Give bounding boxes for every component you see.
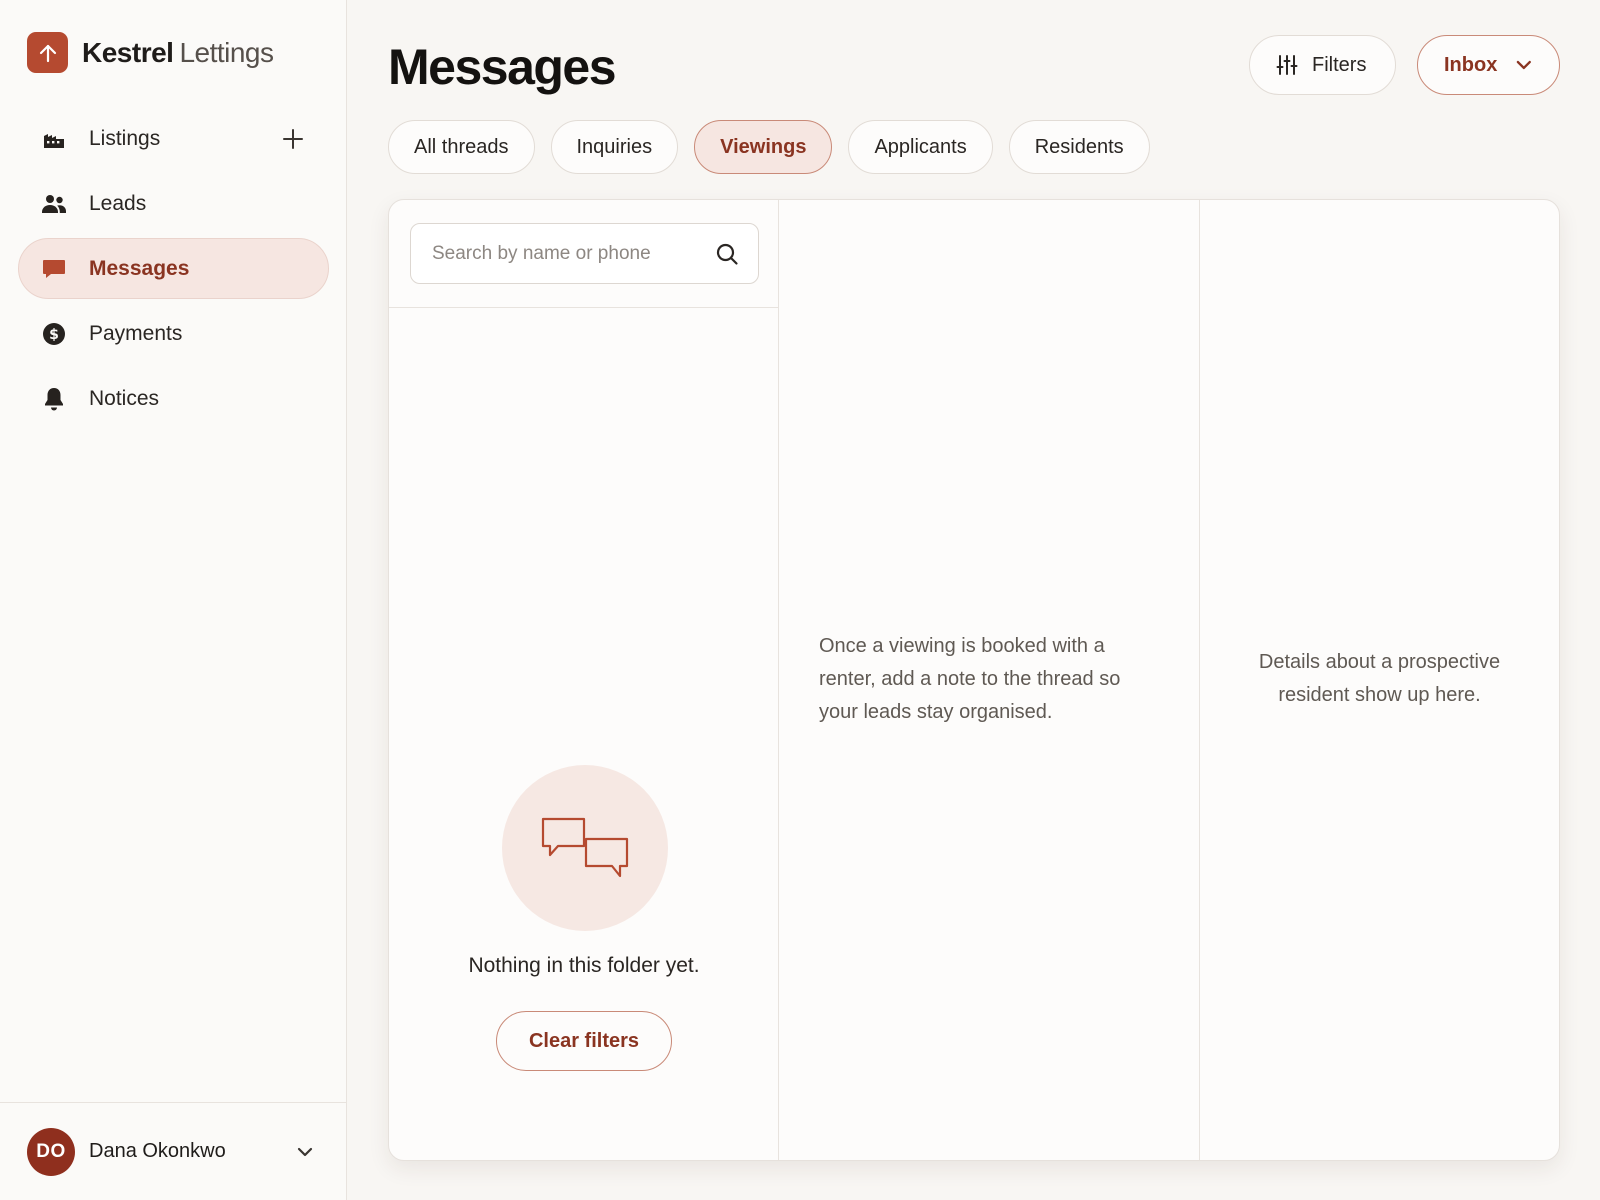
- brand-name-light: Lettings: [179, 36, 274, 68]
- empty-state: Nothing in this folder yet. Clear filter…: [389, 308, 779, 1160]
- clear-filters-button[interactable]: Clear filters: [496, 1011, 672, 1071]
- tab-viewings[interactable]: Viewings: [694, 120, 833, 174]
- user-name: Dana Okonkwo: [89, 1140, 226, 1162]
- sidebar-item-label: Leads: [89, 191, 147, 215]
- inbox-label: Inbox: [1444, 53, 1498, 76]
- bell-icon: [41, 386, 67, 412]
- arrow-up-icon: [27, 32, 68, 73]
- filters-button[interactable]: Filters: [1249, 35, 1396, 95]
- tab-applicants[interactable]: Applicants: [848, 120, 993, 174]
- search-box: [410, 223, 759, 284]
- chat-bubbles-icon: [541, 817, 629, 878]
- brand[interactable]: Kestrel Lettings: [27, 32, 274, 73]
- sidebar-item-leads[interactable]: Leads: [18, 173, 329, 234]
- chevron-down-icon: [297, 1147, 313, 1157]
- brand-name-bold: Kestrel: [82, 36, 174, 68]
- header-actions: Filters Inbox: [1249, 35, 1560, 95]
- people-icon: [41, 191, 67, 217]
- inbox-dropdown[interactable]: Inbox: [1417, 35, 1560, 95]
- sidebar-item-payments[interactable]: $ Payments: [18, 303, 329, 364]
- thread-list: Nothing in this folder yet. Clear filter…: [389, 200, 779, 1160]
- tab-inquiries[interactable]: Inquiries: [550, 120, 679, 174]
- tab-all-threads[interactable]: All threads: [388, 120, 535, 174]
- sidebar-nav: Listings Leads Messages $ Payments Notic…: [18, 108, 329, 433]
- avatar: DO: [27, 1127, 75, 1176]
- svg-text:$: $: [49, 327, 59, 343]
- sidebar-item-notices[interactable]: Notices: [18, 368, 329, 429]
- messages-panel: Nothing in this folder yet. Clear filter…: [388, 199, 1560, 1161]
- conversation-pane: Once a viewing is booked with a renter, …: [779, 200, 1200, 1160]
- empty-state-illustration: [502, 765, 668, 931]
- chevron-down-icon: [1517, 60, 1532, 70]
- empty-state-text: Nothing in this folder yet.: [468, 954, 700, 977]
- details-hint: Details about a prospective resident sho…: [1258, 651, 1501, 706]
- sidebar-item-listings[interactable]: Listings: [18, 108, 329, 169]
- sidebar-item-label: Listings: [89, 126, 161, 150]
- tab-residents[interactable]: Residents: [1008, 120, 1150, 174]
- search-input[interactable]: [411, 224, 758, 283]
- sidebar-item-label: Messages: [89, 256, 190, 280]
- sidebar-item-label: Payments: [89, 321, 183, 345]
- folder-tabs: All threads Inquiries Viewings Applicant…: [388, 120, 1166, 174]
- filters-label: Filters: [1312, 53, 1367, 76]
- plus-icon[interactable]: [280, 126, 306, 152]
- brand-name: Kestrel Lettings: [82, 37, 274, 69]
- sliders-icon: [1276, 55, 1298, 75]
- building-icon: [41, 126, 67, 152]
- conversation-hint: Once a viewing is booked with a renter, …: [819, 635, 1121, 723]
- search-area: [389, 200, 778, 308]
- sidebar-item-messages[interactable]: Messages: [18, 238, 329, 299]
- chat-bubble-icon: [41, 256, 67, 282]
- search-icon[interactable]: [715, 242, 739, 266]
- page-title: Messages: [388, 39, 617, 95]
- sidebar: Kestrel Lettings Listings Leads Messages…: [0, 0, 347, 1200]
- user-menu[interactable]: DO Dana Okonkwo: [0, 1102, 347, 1200]
- dollar-circle-icon: $: [41, 321, 67, 347]
- details-pane: Details about a prospective resident sho…: [1200, 200, 1559, 1160]
- sidebar-item-label: Notices: [89, 386, 160, 410]
